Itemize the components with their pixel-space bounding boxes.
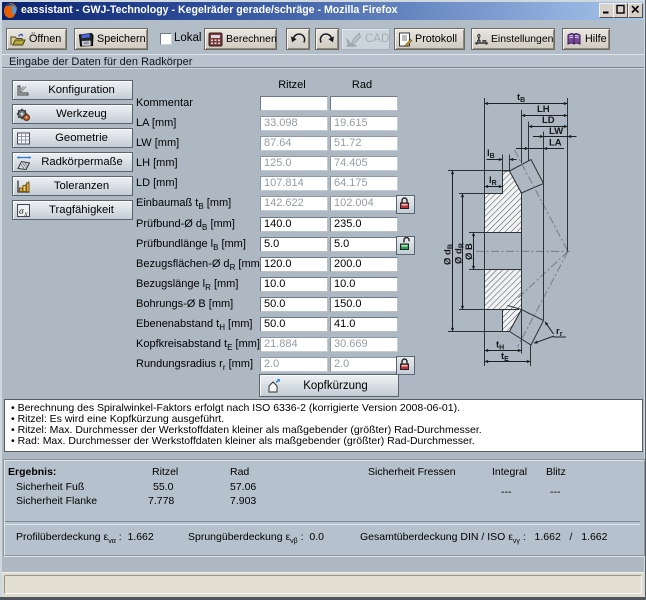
svg-text:rr: rr bbox=[556, 326, 563, 338]
svg-text:tB: tB bbox=[517, 92, 525, 104]
svg-text:lB: lB bbox=[487, 148, 495, 160]
svg-text:Ø B: Ø B bbox=[464, 243, 475, 260]
svg-text:LA: LA bbox=[549, 138, 562, 149]
svg-text:LW: LW bbox=[549, 126, 563, 137]
svg-text:tE: tE bbox=[501, 351, 509, 363]
svg-text:tH: tH bbox=[496, 340, 504, 352]
svg-text:LH: LH bbox=[537, 104, 550, 115]
svg-text:LD: LD bbox=[542, 115, 555, 126]
svg-text:lR: lR bbox=[489, 175, 497, 187]
